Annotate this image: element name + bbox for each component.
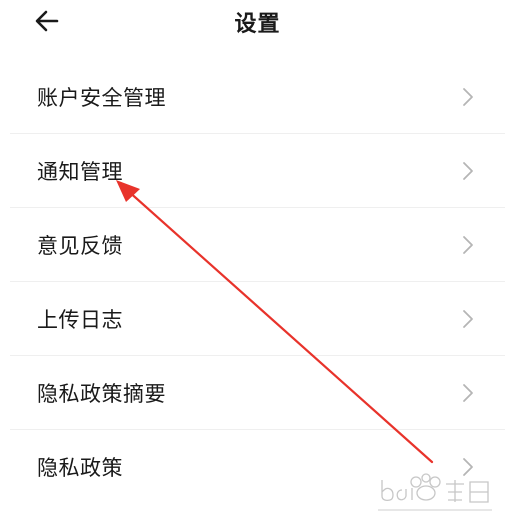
- menu-item-label: 上传日志: [37, 308, 123, 332]
- chevron-right-icon: [463, 162, 473, 180]
- chevron-right-icon: [463, 310, 473, 328]
- chevron-right-icon: [463, 236, 473, 254]
- menu-item-privacy-policy[interactable]: 隐私政策: [0, 430, 515, 504]
- chevron-right-icon: [463, 88, 473, 106]
- menu-item-notification[interactable]: 通知管理: [0, 134, 515, 208]
- chevron-right-icon: [463, 458, 473, 476]
- menu-item-upload-log[interactable]: 上传日志: [0, 282, 515, 356]
- menu-item-label: 通知管理: [37, 160, 123, 184]
- menu-item-feedback[interactable]: 意见反馈: [0, 208, 515, 282]
- menu-item-label: 隐私政策摘要: [37, 382, 166, 406]
- menu-item-label: 意见反馈: [37, 234, 123, 258]
- header-bar: 设置: [0, 0, 515, 48]
- page-title: 设置: [234, 12, 281, 37]
- menu-item-label: 隐私政策: [37, 456, 123, 480]
- menu-item-label: 账户安全管理: [37, 86, 166, 110]
- settings-screen: 设置 账户安全管理 通知管理 意见反馈 上传日志 隐私政策摘要 隐私政策: [0, 0, 515, 520]
- menu-item-privacy-summary[interactable]: 隐私政策摘要: [0, 356, 515, 430]
- settings-menu-list: 账户安全管理 通知管理 意见反馈 上传日志 隐私政策摘要 隐私政策: [0, 60, 515, 504]
- chevron-right-icon: [463, 384, 473, 402]
- menu-item-account-security[interactable]: 账户安全管理: [0, 60, 515, 134]
